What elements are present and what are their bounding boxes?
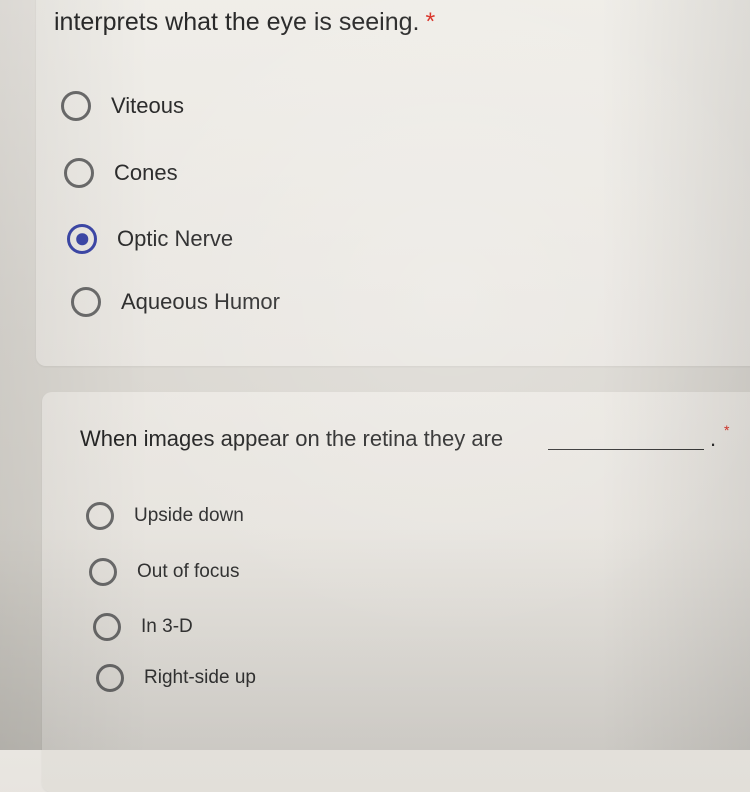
radio-button[interactable] [61,91,91,121]
option-label: Right-side up [144,667,256,688]
required-asterisk: * [425,8,436,36]
option-label: Out of focus [137,561,240,582]
radio-button[interactable] [96,664,124,692]
option-cones[interactable]: Cones [64,158,178,188]
question-1-title: interprets what the eye is seeing. * [54,8,435,37]
radio-button[interactable] [86,502,114,530]
option-upside-down[interactable]: Upside down [86,502,244,530]
radio-button-selected[interactable] [67,224,97,254]
option-right-side-up[interactable]: Right-side up [96,664,256,692]
question-2-title: When images appear on the retina they ar… [80,426,504,451]
question-2-period: . [710,426,717,451]
option-label: Optic Nerve [117,226,234,251]
option-optic-nerve[interactable]: Optic Nerve [67,224,233,254]
required-asterisk: * [724,422,730,438]
option-label: In 3-D [141,616,193,637]
radio-button[interactable] [71,287,101,317]
option-aqueous-humor[interactable]: Aqueous Humor [71,287,280,317]
option-label: Viteous [111,93,184,118]
fill-in-blank-line [548,449,704,450]
option-viteous[interactable]: Viteous [61,91,184,121]
radio-button[interactable] [89,558,117,586]
question-card-2 [42,392,750,792]
option-out-of-focus[interactable]: Out of focus [89,558,239,586]
question-1-title-text: interprets what the eye is seeing. [54,8,420,36]
option-label: Upside down [134,505,244,526]
radio-button[interactable] [93,613,121,641]
radio-button[interactable] [64,158,94,188]
option-in-3d[interactable]: In 3-D [93,613,193,641]
option-label: Aqueous Humor [121,289,280,314]
option-label: Cones [114,160,178,185]
